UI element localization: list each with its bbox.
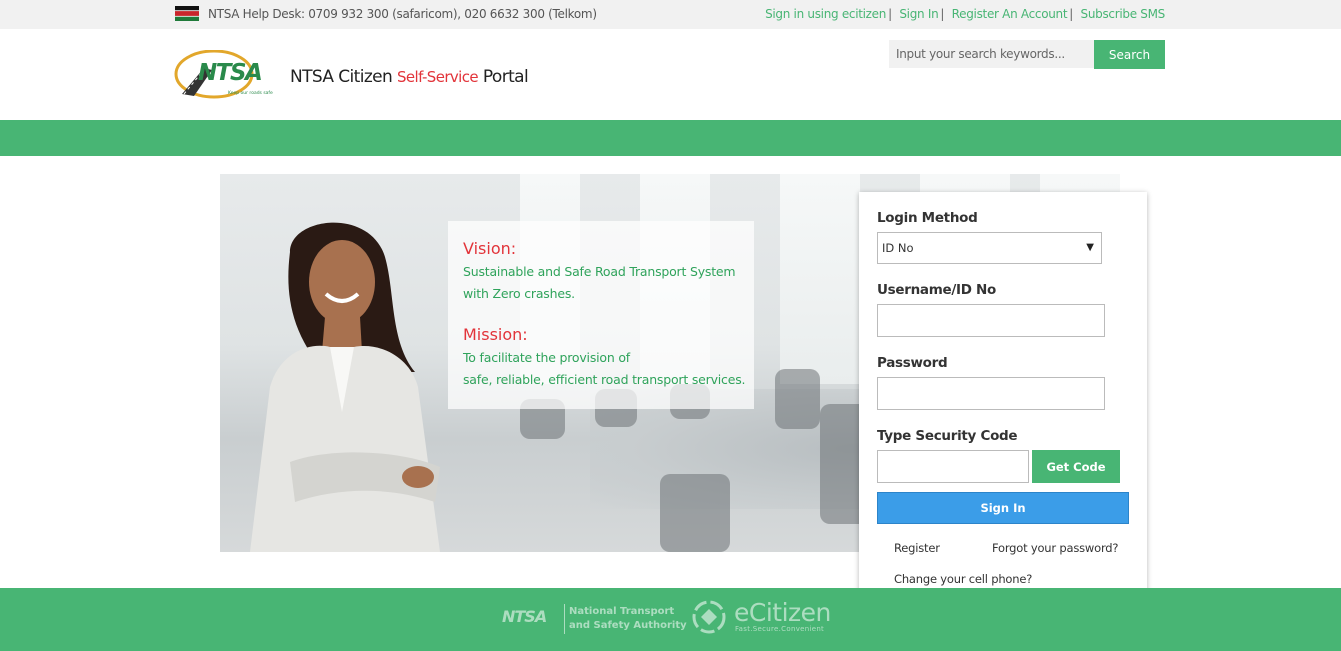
chair: [660, 474, 730, 552]
register-link[interactable]: Register: [894, 541, 940, 555]
get-code-button[interactable]: Get Code: [1032, 450, 1120, 483]
ntsa-footer-logo: NTSA National Transport and Safety Author…: [502, 604, 687, 634]
vision-title: Vision:: [463, 239, 517, 258]
logo-mark: NTSA: [198, 60, 261, 86]
ntsa-footer-name: National Transport and Safety Authority: [569, 605, 687, 633]
password-field[interactable]: [877, 377, 1105, 410]
search-input[interactable]: [889, 40, 1094, 68]
vision-line: Sustainable and Safe Road Transport Syst…: [463, 264, 736, 279]
chevron-down-icon: ▼: [1086, 242, 1094, 253]
site-logo[interactable]: NTSA Keep our roads safe NTSA Citizen Se…: [174, 49, 529, 102]
separator: |: [940, 7, 945, 21]
portal-title-prefix: NTSA Citizen: [290, 67, 393, 87]
separator: |: [1069, 7, 1074, 21]
forgot-password-link[interactable]: Forgot your password?: [992, 541, 1118, 555]
login-method-label: Login Method: [877, 210, 978, 226]
search-button[interactable]: Search: [1094, 40, 1165, 69]
security-code-field[interactable]: [877, 450, 1029, 483]
login-panel: Login Method ID No ▼ Username/ID No Pass…: [859, 192, 1147, 594]
ecitizen-logo-icon: [692, 600, 726, 634]
vision-mission-box: Vision: Sustainable and Safe Road Transp…: [448, 221, 754, 409]
top-links: Sign in using ecitizen | Sign In | Registe…: [765, 7, 1165, 21]
divider: [564, 604, 565, 634]
separator: |: [888, 7, 892, 21]
nav-band: [0, 120, 1341, 156]
kenya-flag-icon: [175, 6, 199, 21]
mission-title: Mission:: [463, 325, 528, 344]
chair: [775, 369, 820, 429]
portal-title-highlight: Self-Service: [397, 68, 479, 86]
password-label: Password: [877, 355, 948, 371]
sign-in-button[interactable]: Sign In: [877, 492, 1129, 524]
register-account-link[interactable]: Register An Account: [952, 7, 1068, 21]
username-field[interactable]: [877, 304, 1105, 337]
mission-line: safe, reliable, efficient road transport…: [463, 372, 746, 387]
top-bar: NTSA Help Desk: 0709 932 300 (safaricom)…: [0, 0, 1341, 29]
ntsa-name-line: and Safety Authority: [569, 620, 687, 631]
change-phone-link[interactable]: Change your cell phone?: [894, 572, 1032, 586]
ntsa-name-line: National Transport: [569, 606, 675, 617]
portal-title-suffix: Portal: [482, 67, 529, 87]
ecitizen-footer-logo: eCitizen Fast.Secure.Convenient: [690, 598, 840, 638]
logo-tagline: Keep our roads safe: [228, 90, 273, 96]
signin-ecitizen-link[interactable]: Sign in using ecitizen: [765, 7, 886, 21]
vision-line: with Zero crashes.: [463, 286, 575, 301]
portal-title: NTSA Citizen Self-Service Portal: [290, 67, 529, 87]
signin-link[interactable]: Sign In: [899, 7, 938, 21]
username-label: Username/ID No: [877, 282, 996, 298]
login-method-select[interactable]: ID No ▼: [877, 232, 1102, 264]
window-panel: [780, 174, 860, 384]
ntsa-footer-mark: NTSA: [502, 607, 547, 626]
helpdesk-text: NTSA Help Desk: 0709 932 300 (safaricom)…: [208, 7, 597, 21]
subscribe-sms-link[interactable]: Subscribe SMS: [1081, 7, 1166, 21]
mission-line: To facilitate the provision of: [463, 350, 630, 365]
security-code-label: Type Security Code: [877, 428, 1018, 444]
ecitizen-tagline: Fast.Secure.Convenient: [735, 625, 825, 633]
footer: NTSA National Transport and Safety Author…: [0, 588, 1341, 651]
ecitizen-name: eCitizen: [734, 598, 831, 627]
login-method-value: ID No: [882, 241, 914, 255]
ntsa-logo-icon: NTSA Keep our roads safe: [174, 49, 273, 99]
header: NTSA Keep our roads safe NTSA Citizen Se…: [0, 29, 1341, 120]
